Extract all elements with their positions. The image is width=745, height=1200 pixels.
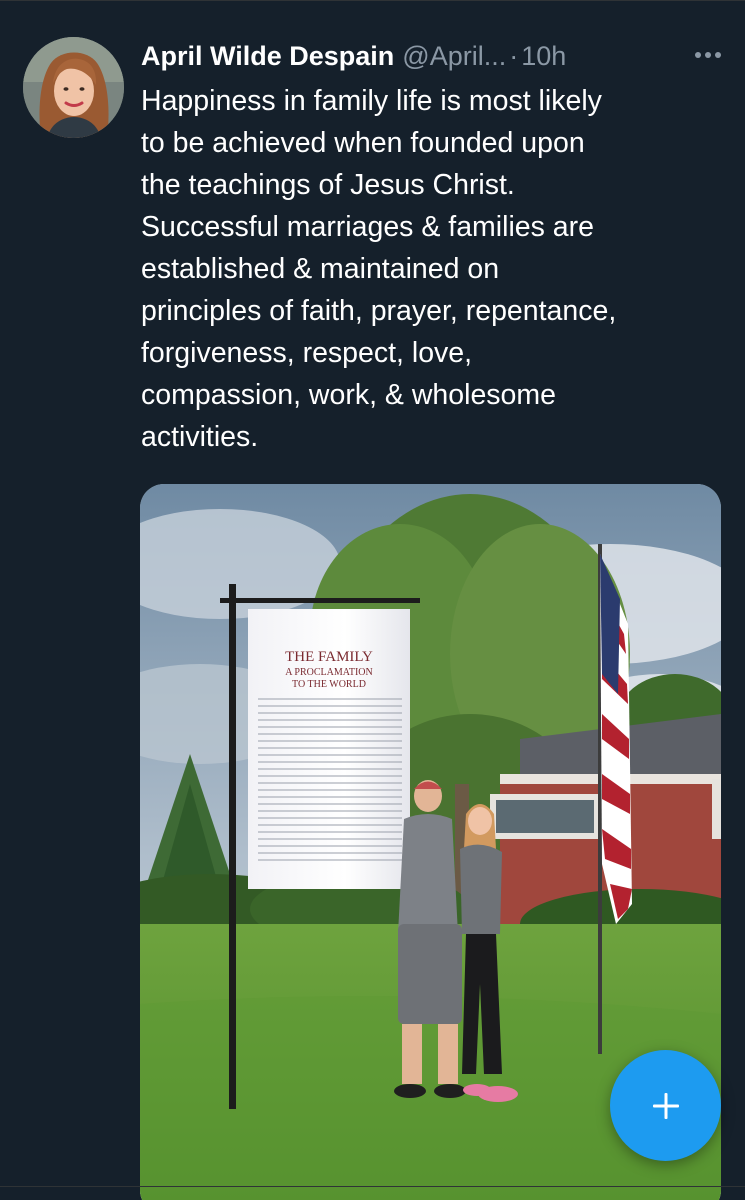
timeline: April Wilde Despain @April... · 10h Happ… bbox=[0, 0, 745, 1200]
more-horizontal-icon[interactable] bbox=[691, 40, 725, 70]
divider bbox=[0, 0, 745, 1]
banner-subtitle-2: TO THE WORLD bbox=[292, 679, 366, 690]
author-handle[interactable]: @April... bbox=[402, 38, 506, 74]
tweet-header: April Wilde Despain @April... · 10h bbox=[141, 36, 725, 76]
plus-icon bbox=[652, 1092, 679, 1119]
divider bbox=[0, 1186, 745, 1187]
separator-dot: · bbox=[509, 41, 519, 71]
tweet-text: Happiness in family life is most likely … bbox=[141, 85, 617, 453]
author-name[interactable]: April Wilde Despain bbox=[141, 38, 394, 74]
avatar[interactable] bbox=[23, 37, 124, 138]
compose-button[interactable] bbox=[610, 1050, 721, 1161]
timestamp[interactable]: 10h bbox=[521, 38, 566, 74]
profile-photo bbox=[23, 37, 124, 138]
banner-title: THE FAMILY bbox=[285, 649, 373, 665]
banner-subtitle-1: A PROCLAMATION bbox=[285, 667, 373, 678]
